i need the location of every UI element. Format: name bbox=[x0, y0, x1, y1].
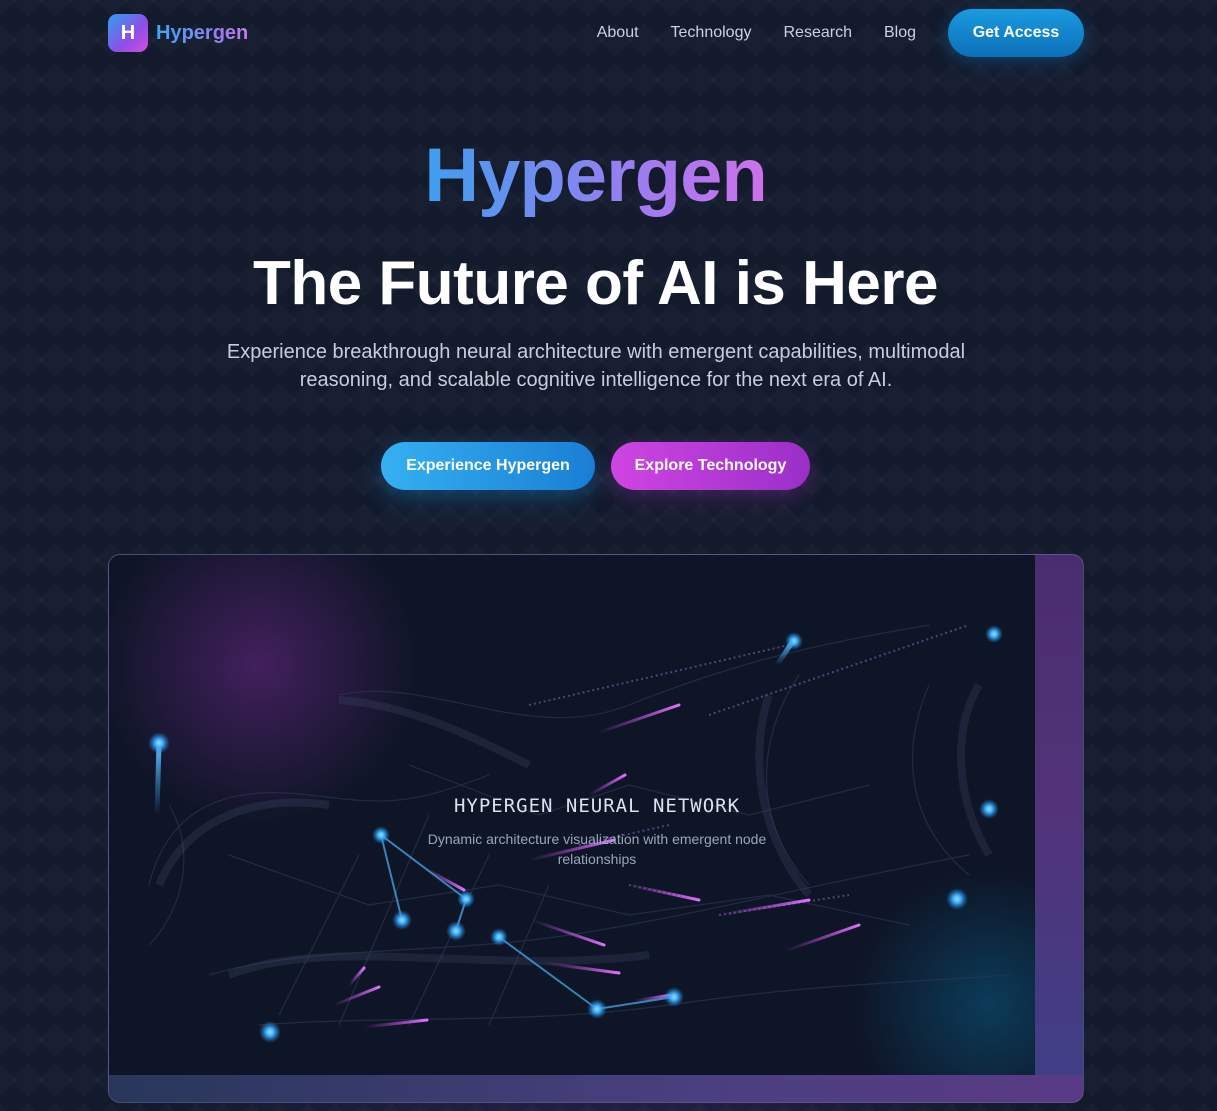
nav-link-technology[interactable]: Technology bbox=[671, 24, 752, 42]
hero-subtitle: Experience breakthrough neural architect… bbox=[226, 341, 966, 391]
hero-headline: The Future of AI is Here bbox=[252, 249, 939, 318]
network-visual-panel: HYPERGEN NEURAL NETWORK Dynamic architec… bbox=[108, 554, 1084, 1103]
dotted-trails bbox=[528, 624, 970, 916]
explore-technology-button[interactable]: Explore Technology bbox=[611, 442, 810, 490]
brand-logo[interactable]: H Hypergen bbox=[108, 14, 248, 52]
brand-name: Hypergen bbox=[156, 21, 249, 44]
top-nav: H Hypergen About Technology Research Blo… bbox=[108, 9, 1084, 57]
network-title: HYPERGEN NEURAL NETWORK bbox=[453, 795, 741, 817]
nav-link-about[interactable]: About bbox=[597, 24, 639, 42]
nav-link-research[interactable]: Research bbox=[783, 24, 851, 42]
hero-brand-title: Hypergen bbox=[0, 132, 1191, 219]
get-access-button[interactable]: Get Access bbox=[948, 9, 1084, 57]
nav-link-blog[interactable]: Blog bbox=[884, 24, 916, 42]
network-subtitle: Dynamic architecture visualization with … bbox=[427, 831, 767, 867]
nav-links: About Technology Research Blog Get Acces… bbox=[597, 9, 1084, 57]
logo-mark: H bbox=[108, 14, 148, 52]
hero-cta-group: Experience Hypergen Explore Technology bbox=[381, 442, 810, 490]
experience-hypergen-button[interactable]: Experience Hypergen bbox=[381, 442, 595, 490]
